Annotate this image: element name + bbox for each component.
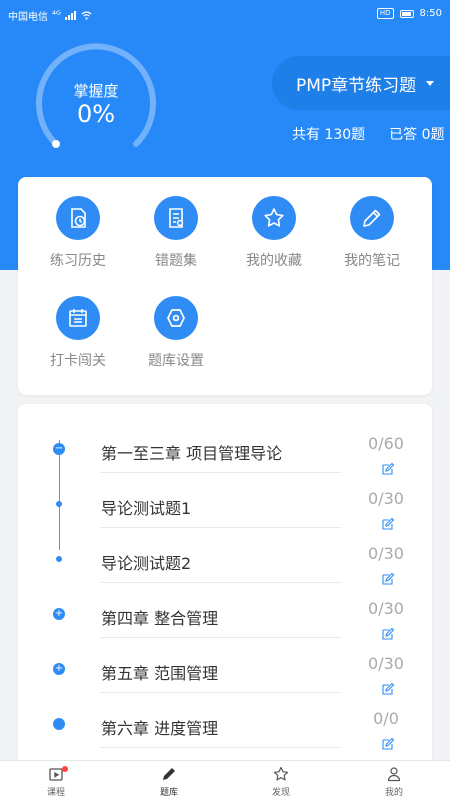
caret-down-icon <box>426 80 435 86</box>
tool-bank-settings[interactable]: 题库设置 <box>127 296 225 370</box>
profile-icon <box>387 767 401 782</box>
tab-label: 我的 <box>384 788 403 798</box>
discover-star-icon <box>273 766 289 781</box>
chapter-row[interactable]: + 第五章 范围管理 0/30 <box>18 636 432 695</box>
carrier-label: 中国电信 <box>8 12 48 23</box>
pencil-icon <box>350 196 394 240</box>
mastery-value: 0% <box>76 100 116 128</box>
chapter-title: 第四章 整合管理 <box>101 609 219 628</box>
chapter-score: 0/0 <box>373 709 399 728</box>
tab-label: 课程 <box>46 788 65 798</box>
tool-label: 错题集 <box>155 253 197 269</box>
mastery-label: 掌握度 <box>73 82 119 100</box>
chapter-title: 导论测试题1 <box>101 499 192 518</box>
tools-card: 练习历史 错题集 我的收藏 我的笔记 打卡闯关 题库设置 <box>18 177 432 395</box>
tool-label: 我的笔记 <box>344 253 400 269</box>
chapter-row[interactable]: + 第四章 整合管理 0/30 <box>18 581 432 640</box>
clock: 8:50 <box>419 8 442 19</box>
tab-courses[interactable]: 课程 <box>26 765 86 798</box>
expand-icon[interactable]: + <box>53 608 65 620</box>
wifi-icon <box>81 11 92 20</box>
star-icon <box>252 196 296 240</box>
tab-question-bank[interactable]: 题库 <box>139 765 199 798</box>
tab-profile[interactable]: 我的 <box>364 765 424 798</box>
tab-label: 题库 <box>159 788 178 798</box>
tool-wrong-questions[interactable]: 错题集 <box>127 196 225 270</box>
chapter-score: 0/30 <box>368 654 404 673</box>
expand-icon[interactable]: + <box>53 663 65 675</box>
chapter-title: 导论测试题2 <box>101 554 192 573</box>
question-bank-icon <box>163 768 175 780</box>
chapter-row[interactable]: 第六章 进度管理 0/0 <box>18 691 432 750</box>
tool-notes[interactable]: 我的笔记 <box>323 196 421 270</box>
chapter-score: 0/30 <box>368 489 404 508</box>
tool-label: 我的收藏 <box>246 253 302 269</box>
bottom-tab-bar: 课程 题库 发现 我的 <box>0 760 450 800</box>
wrong-set-icon <box>154 196 198 240</box>
tool-label: 练习历史 <box>50 253 106 269</box>
chapter-row[interactable]: 导论测试题2 0/30 <box>18 526 432 585</box>
tool-practice-history[interactable]: 练习历史 <box>29 196 127 270</box>
question-counts: 共有 130题 已答 0题 <box>292 124 445 144</box>
tool-label: 题库设置 <box>148 353 204 369</box>
tab-label: 发现 <box>271 788 290 798</box>
chapter-title: 第一至三章 项目管理导论 <box>101 444 283 463</box>
bullet-icon <box>53 718 65 730</box>
network-type: ⁴ᴳ <box>52 10 61 21</box>
battery-icon <box>399 9 414 18</box>
bullet-icon <box>56 556 62 562</box>
gauge-progress-dot <box>52 140 60 148</box>
chapter-row[interactable]: − 第一至三章 项目管理导论 0/60 <box>18 416 432 475</box>
chapter-row[interactable]: 导论测试题1 0/30 <box>18 471 432 530</box>
tool-label: 打卡闯关 <box>50 353 106 369</box>
question-bank-selector[interactable]: PMP章节练习题 <box>272 56 450 110</box>
answered-count: 已答 0题 <box>389 127 445 143</box>
tool-check-in[interactable]: 打卡闯关 <box>29 296 127 370</box>
chapter-score: 0/60 <box>368 434 404 453</box>
hd-badge: HD <box>376 8 394 19</box>
tab-discover[interactable]: 发现 <box>251 765 311 798</box>
history-icon <box>56 196 100 240</box>
status-bar: 中国电信 ⁴ᴳ HD 8:50 <box>0 0 450 28</box>
chapter-score: 0/30 <box>368 599 404 618</box>
bullet-icon <box>56 501 62 507</box>
hexagon-settings-icon <box>154 296 198 340</box>
chapter-score: 0/30 <box>368 544 404 563</box>
chapter-title: 第六章 进度管理 <box>101 719 219 738</box>
chapter-list: − 第一至三章 项目管理导论 0/60 导论测试题1 0/30 导论测试题2 0/30 + 第四… <box>18 404 432 784</box>
signal-icon <box>64 11 76 20</box>
collapse-icon[interactable]: − <box>53 443 65 455</box>
notification-dot <box>62 766 68 772</box>
question-bank-name: PMP章节练习题 <box>296 75 417 96</box>
total-count: 共有 130题 <box>292 127 366 143</box>
chapter-title: 第五章 范围管理 <box>101 664 219 683</box>
tool-favorites[interactable]: 我的收藏 <box>225 196 323 270</box>
calendar-icon <box>56 296 100 340</box>
